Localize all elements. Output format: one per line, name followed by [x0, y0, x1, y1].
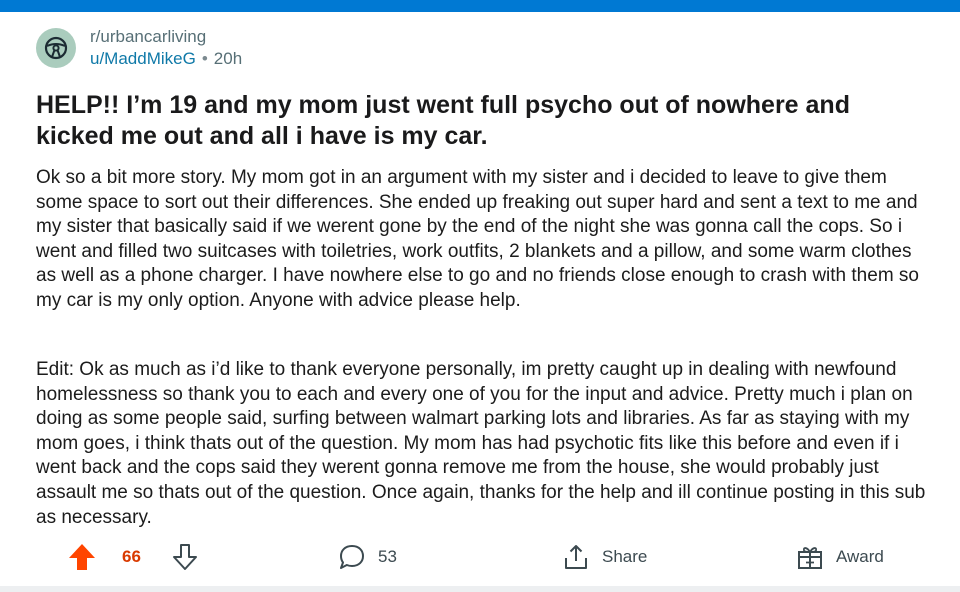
author-username[interactable]: u/MaddMikeG	[90, 48, 196, 70]
post-action-bar: 66 53 Share Award	[60, 538, 920, 576]
downvote-button[interactable]	[172, 538, 198, 576]
post-header: r/urbancarliving u/MaddMikeG • 20h	[36, 24, 242, 72]
post-body-paragraph: Ok so a bit more story. My mom got in an…	[36, 167, 919, 311]
comment-count: 53	[378, 547, 397, 566]
award-label: Award	[836, 547, 884, 566]
meta-separator: •	[201, 49, 208, 68]
subreddit-avatar[interactable]	[36, 28, 76, 68]
post-edit-paragraph: Edit: Ok as much as i’d like to thank ev…	[36, 359, 926, 528]
share-icon	[565, 545, 587, 569]
bottom-divider	[0, 586, 960, 592]
comment-bubble-icon	[340, 545, 364, 569]
comments-button[interactable]: 53	[338, 538, 397, 576]
subreddit-name[interactable]: r/urbancarliving	[90, 26, 242, 48]
arrow-down-icon	[173, 544, 197, 570]
share-button[interactable]: Share	[562, 538, 647, 576]
share-label: Share	[602, 547, 648, 566]
vote-count-label: 66	[122, 547, 141, 566]
steering-wheel-icon	[44, 36, 68, 60]
top-accent-bar	[0, 0, 960, 12]
award-gift-icon	[798, 547, 822, 569]
arrow-up-icon	[69, 544, 95, 570]
vote-count: 66	[122, 538, 141, 576]
post-time: 20h	[213, 49, 243, 68]
award-button[interactable]: Award	[796, 538, 884, 576]
upvote-button[interactable]	[68, 538, 96, 576]
post-title[interactable]: HELP!! I’m 19 and my mom just went full …	[36, 90, 916, 152]
